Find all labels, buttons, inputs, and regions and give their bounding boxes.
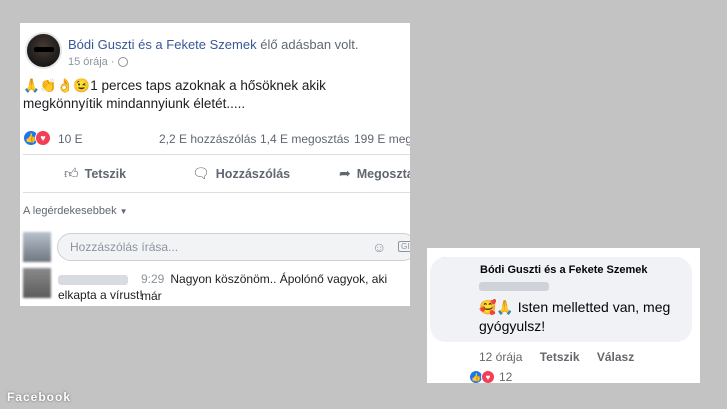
gif-icon[interactable]: GIF xyxy=(398,241,410,252)
globe-icon xyxy=(118,57,129,67)
post-stats: 👍 ♥ 10 E 2,2 E hozzászólás 1,4 E megoszt… xyxy=(20,129,410,147)
reply-actions: 12 órája Tetszik Válasz xyxy=(479,350,648,364)
post-actions: 👍︎ Tetszik 🗨︎ Hozzászólás ➦ Megoszta xyxy=(20,160,410,190)
comment-icon: 🗨︎ xyxy=(192,165,210,181)
reply-reaction-count: 12 xyxy=(499,370,513,383)
reply-like-button[interactable]: Tetszik xyxy=(540,350,580,364)
post-card: Bódi Guszti és a Fekete Szemek élő adásb… xyxy=(20,23,410,306)
divider xyxy=(23,154,410,155)
comment-sort-dropdown[interactable]: A legérdekesebbek ▼ xyxy=(23,205,128,217)
view-count: 199 E megt xyxy=(354,132,410,146)
thumbs-up-icon: 👍︎ xyxy=(64,165,79,181)
share-count[interactable]: 1,4 E megosztás xyxy=(260,132,349,146)
caret-down-icon: ▼ xyxy=(119,207,128,216)
current-user-avatar xyxy=(23,232,51,262)
share-icon: ➦ xyxy=(339,165,351,181)
love-reaction-icon: ♥ xyxy=(35,130,51,146)
comment-box[interactable]: ☺ GIF xyxy=(57,233,410,261)
post-emojis: 🙏👏👌😉 xyxy=(23,78,91,93)
author-name[interactable]: Bódi Guszti és a Fekete Szemek xyxy=(68,37,257,52)
reply-card: Bódi Guszti és a Fekete Szemek 🥰🙏 Isten … xyxy=(427,248,700,383)
comment-text-cont: elkapta a vírust! xyxy=(58,288,143,302)
comment-time: 9:29 xyxy=(141,272,165,286)
post-header: Bódi Guszti és a Fekete Szemek élő adásb… xyxy=(68,37,359,52)
reply-message: 🥰🙏 Isten melletted van, meg gyógyulsz! xyxy=(479,298,689,336)
emoji-icon[interactable]: ☺ xyxy=(372,239,386,255)
reply-emojis: 🥰🙏 xyxy=(479,299,514,315)
reply-author-name[interactable]: Bódi Guszti és a Fekete Szemek xyxy=(480,264,648,276)
reply-reply-button[interactable]: Válasz xyxy=(597,350,634,364)
post-meta: 15 órája · xyxy=(68,56,129,68)
comment-label: Hozzászólás xyxy=(215,166,291,181)
commenter-avatar[interactable] xyxy=(23,268,51,298)
comment-sort-label: A legérdekesebbek xyxy=(23,205,117,217)
post-time[interactable]: 15 órája · xyxy=(68,56,114,68)
reply-reactions[interactable]: 👍 ♥ 12 xyxy=(469,370,512,383)
reaction-icons[interactable]: 👍 ♥ xyxy=(23,130,51,146)
comment-count[interactable]: 2,2 E hozzászólás xyxy=(159,132,256,146)
visible-comment: 9:29 Nagyon köszönöm.. Ápolónő vagyok, ak… xyxy=(141,271,410,305)
live-status-text: élő adásban volt. xyxy=(260,37,359,52)
author-avatar[interactable] xyxy=(25,32,62,69)
share-label: Megoszta xyxy=(356,166,410,181)
like-label: Tetszik xyxy=(84,166,127,181)
reaction-count[interactable]: 10 E xyxy=(58,132,83,146)
comment-button[interactable]: 🗨︎ Hozzászólás xyxy=(192,165,290,182)
love-reaction-icon: ♥ xyxy=(481,370,495,383)
divider xyxy=(23,192,410,193)
post-body: 🙏👏👌😉1 perces taps azoknak a hősöknek aki… xyxy=(23,77,403,113)
share-button[interactable]: ➦ Megoszta xyxy=(339,165,410,182)
commenter-name-blurred xyxy=(58,275,128,285)
reply-time[interactable]: 12 órája xyxy=(479,350,522,364)
comment-input[interactable] xyxy=(70,240,350,254)
facebook-watermark: Facebook xyxy=(7,390,72,404)
comment-text: Nagyon köszönöm.. Ápolónő vagyok, aki má… xyxy=(141,272,388,303)
like-button[interactable]: 👍︎ Tetszik xyxy=(64,165,126,182)
reply-mention-blurred xyxy=(479,282,549,291)
